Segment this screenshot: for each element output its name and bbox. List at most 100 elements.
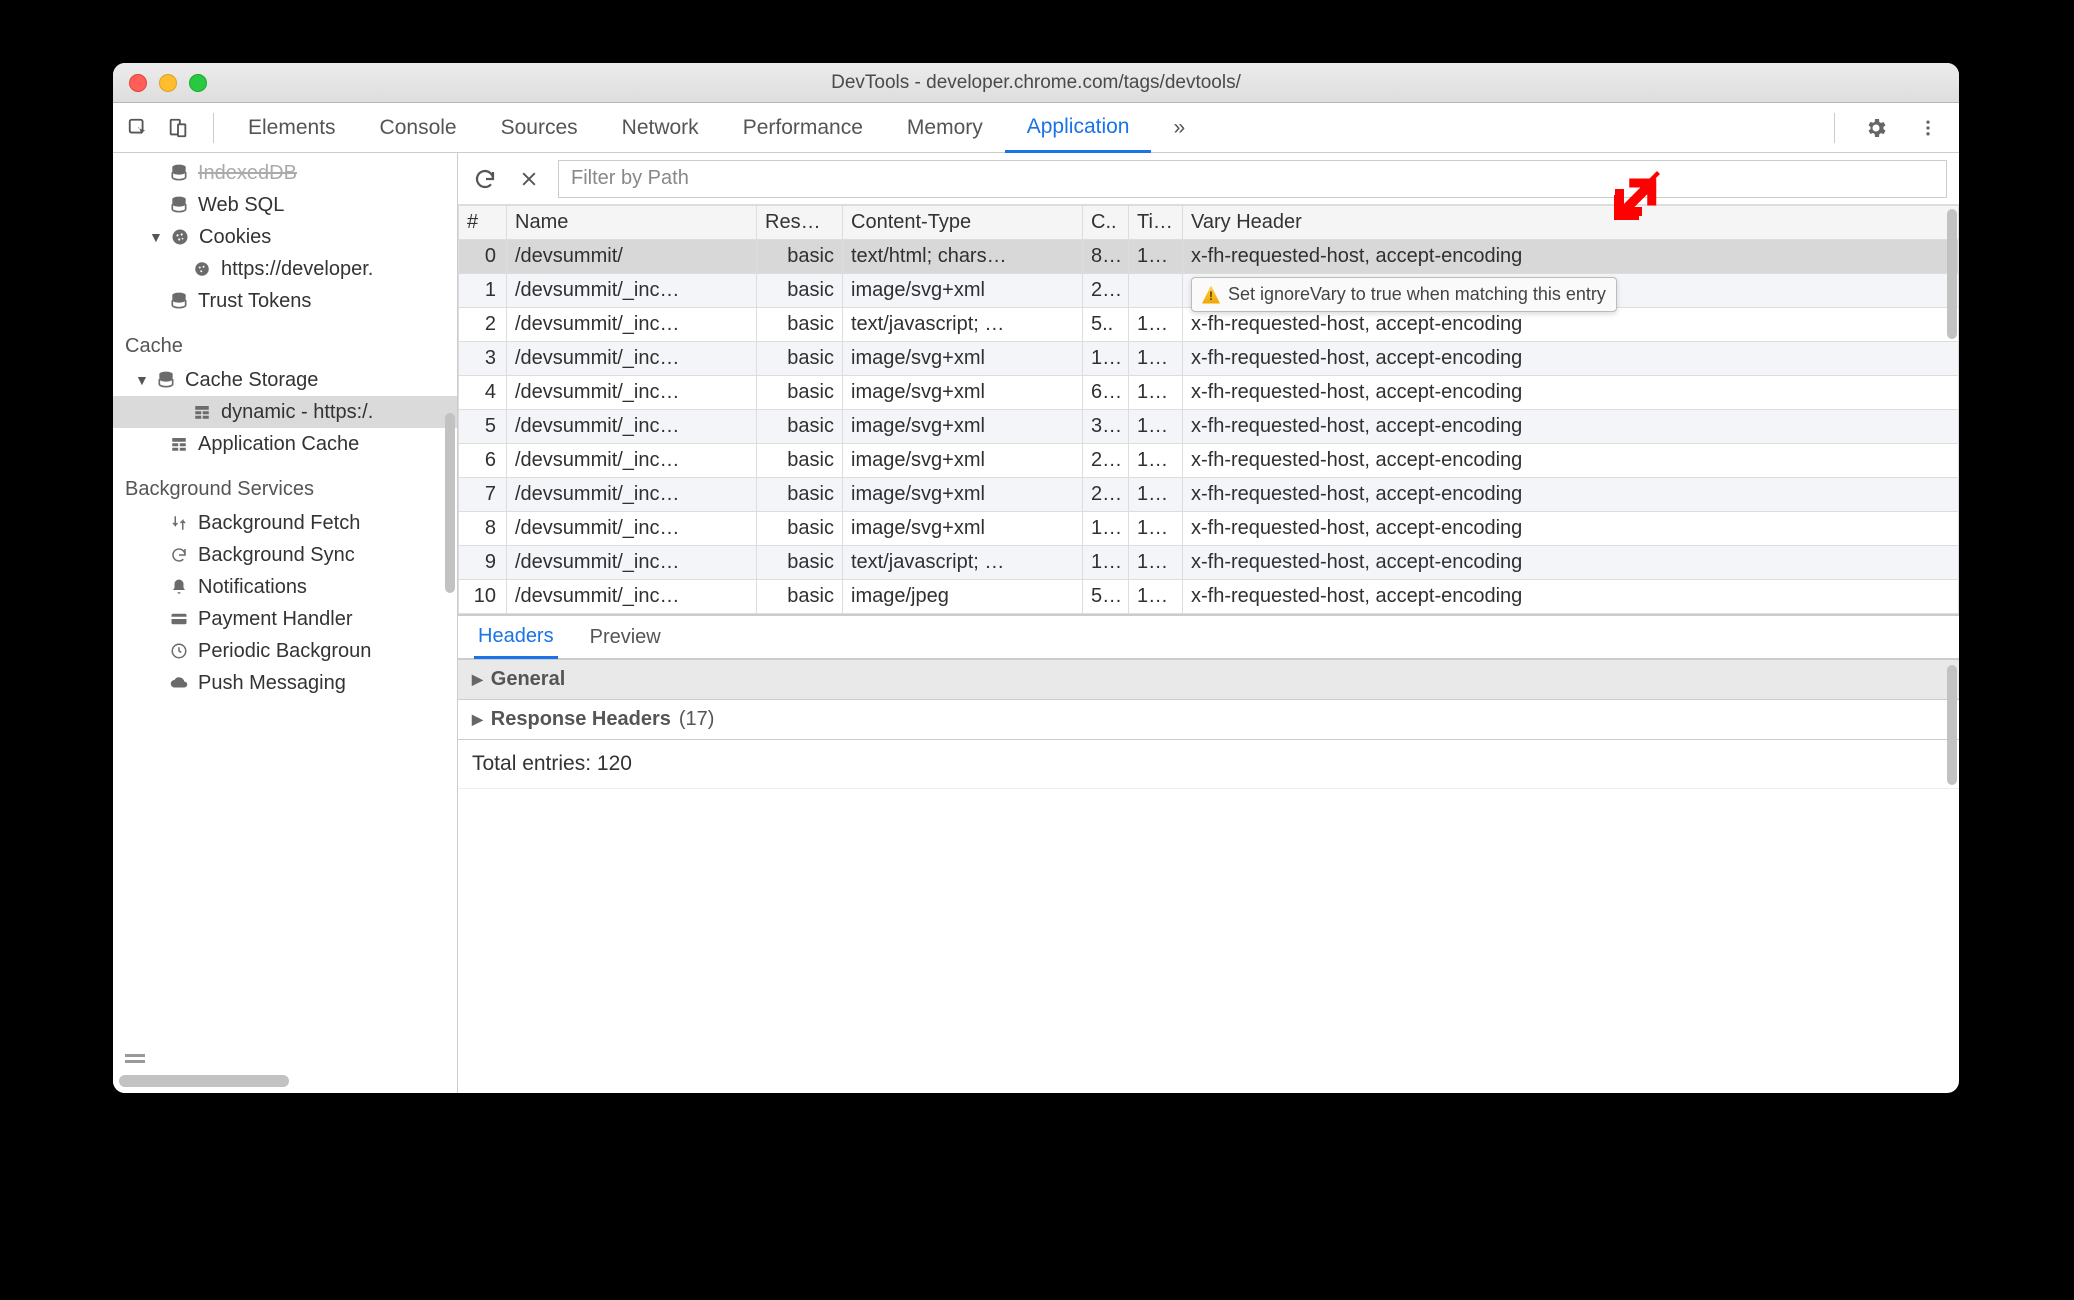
disclosure-triangle-icon[interactable]: ▼ (149, 229, 161, 245)
table-icon (168, 433, 190, 455)
settings-icon[interactable] (1859, 111, 1893, 145)
clear-icon[interactable] (514, 164, 544, 194)
sidebar-item-cache-storage[interactable]: ▼ Cache Storage (113, 364, 457, 396)
tab-console[interactable]: Console (358, 103, 479, 152)
tab-overflow[interactable]: » (1151, 103, 1207, 152)
table-row[interactable]: 2/devsummit/_inc…basictext/javascript; …… (459, 308, 1959, 342)
cell: 9 (459, 546, 507, 580)
section-general[interactable]: ▶ General (458, 659, 1959, 700)
cell: 1… (1129, 580, 1183, 614)
details-tab-preview[interactable]: Preview (586, 618, 665, 657)
filter-input[interactable] (558, 160, 1947, 198)
refresh-icon[interactable] (470, 164, 500, 194)
table-row[interactable]: 0/devsummit/basictext/html; chars…8…1…x-… (459, 240, 1959, 274)
col-header-vary[interactable]: Vary Header (1183, 206, 1959, 240)
annotation-arrow-icon (1609, 165, 1669, 228)
table-row[interactable]: 3/devsummit/_inc…basicimage/svg+xml1…1…x… (459, 342, 1959, 376)
cookie-icon (169, 226, 191, 248)
tab-elements[interactable]: Elements (226, 103, 358, 152)
sidebar-item-notifications[interactable]: Notifications (113, 571, 457, 603)
col-header-time[interactable]: Ti… (1129, 206, 1183, 240)
cell: 5.. (1083, 308, 1129, 342)
disclosure-triangle-icon[interactable]: ▶ (472, 671, 483, 688)
section-response-headers[interactable]: ▶ Response Headers (17) (458, 700, 1959, 740)
table-row[interactable]: 9/devsummit/_inc…basictext/javascript; …… (459, 546, 1959, 580)
cell: 6… (1083, 376, 1129, 410)
sidebar-item-payment[interactable]: Payment Handler (113, 603, 457, 635)
cell: text/javascript; … (843, 308, 1083, 342)
col-header-content-length[interactable]: C.. (1083, 206, 1129, 240)
device-toolbar-icon[interactable] (161, 111, 195, 145)
vertical-scrollbar[interactable] (445, 413, 455, 593)
vertical-scrollbar[interactable] (1947, 665, 1957, 785)
details-tab-headers[interactable]: Headers (474, 617, 558, 659)
disclosure-triangle-icon[interactable]: ▼ (135, 372, 147, 388)
cell: 1… (1129, 512, 1183, 546)
cache-storage-panel: # Name Res… Content-Type C.. Ti… Vary He… (458, 153, 1959, 1093)
total-entries: Total entries: 120 (458, 740, 1959, 789)
cell (1129, 274, 1183, 308)
database-icon (155, 369, 177, 391)
cell: 8… (1083, 240, 1129, 274)
sidebar-item-application-cache[interactable]: Application Cache (113, 428, 457, 460)
sidebar-item-cookies[interactable]: ▼ Cookies (113, 221, 457, 253)
disclosure-triangle-icon[interactable]: ▶ (472, 711, 483, 728)
cell: 4 (459, 376, 507, 410)
cell: 2… (1083, 274, 1129, 308)
table-row[interactable]: 10/devsummit/_inc…basicimage/jpeg5…1…x-f… (459, 580, 1959, 614)
sidebar-label: Periodic Backgroun (198, 640, 371, 663)
cell: x-fh-requested-host, accept-encoding (1183, 478, 1959, 512)
sidebar-item-cookie-origin[interactable]: https://developer. (113, 253, 457, 285)
cell: x-fh-requested-host, accept-encoding (1183, 376, 1959, 410)
cell: 1… (1129, 546, 1183, 580)
col-header-content-type[interactable]: Content-Type (843, 206, 1083, 240)
kebab-menu-icon[interactable] (1911, 111, 1945, 145)
cell: 5… (1083, 580, 1129, 614)
table-row[interactable]: 8/devsummit/_inc…basicimage/svg+xml1…1…x… (459, 512, 1959, 546)
horizontal-scrollbar[interactable] (119, 1075, 289, 1087)
cell: x-fh-requested-host, accept-encoding (1183, 240, 1959, 274)
tab-performance[interactable]: Performance (721, 103, 885, 152)
sidebar-item-cache-entry[interactable]: dynamic - https:/. (113, 396, 457, 428)
sidebar-item-periodic[interactable]: Periodic Backgroun (113, 635, 457, 667)
cell: /devsummit/_inc… (507, 342, 757, 376)
cell: 1… (1129, 342, 1183, 376)
sidebar-item-bg-sync[interactable]: Background Sync (113, 539, 457, 571)
cell: x-fh-requested-host, accept-encoding (1183, 546, 1959, 580)
tab-memory[interactable]: Memory (885, 103, 1005, 152)
sidebar-label: https://developer. (221, 258, 373, 281)
tab-sources[interactable]: Sources (479, 103, 600, 152)
cell: basic (757, 410, 843, 444)
resize-handle[interactable] (125, 1060, 145, 1063)
cell: 1… (1129, 410, 1183, 444)
panel-tabbar: Elements Console Sources Network Perform… (113, 103, 1959, 153)
table-row[interactable]: 6/devsummit/_inc…basicimage/svg+xml2…1…x… (459, 444, 1959, 478)
cell: basic (757, 308, 843, 342)
cell: image/jpeg (843, 580, 1083, 614)
sidebar-item-trust-tokens[interactable]: Trust Tokens (113, 285, 457, 317)
window-title: DevTools - developer.chrome.com/tags/dev… (113, 72, 1959, 94)
sidebar-item-websql[interactable]: Web SQL (113, 189, 457, 221)
vertical-scrollbar[interactable] (1947, 209, 1957, 339)
table-row[interactable]: 4/devsummit/_inc…basicimage/svg+xml6…1…x… (459, 376, 1959, 410)
col-header-response[interactable]: Res… (757, 206, 843, 240)
database-icon (168, 290, 190, 312)
sidebar-label: Trust Tokens (198, 290, 311, 313)
sidebar-item-indexeddb[interactable]: IndexedDB (113, 157, 457, 189)
cell: 1… (1129, 376, 1183, 410)
inspect-element-icon[interactable] (121, 111, 155, 145)
bell-icon (168, 576, 190, 598)
tooltip-text: Set ignoreVary to true when matching thi… (1228, 284, 1606, 305)
cell: basic (757, 546, 843, 580)
tab-network[interactable]: Network (600, 103, 721, 152)
sidebar-item-bg-fetch[interactable]: Background Fetch (113, 507, 457, 539)
table-row[interactable]: 5/devsummit/_inc…basicimage/svg+xml3…1…x… (459, 410, 1959, 444)
cell: basic (757, 512, 843, 546)
col-header-name[interactable]: Name (507, 206, 757, 240)
cell: 1… (1083, 342, 1129, 376)
tab-application[interactable]: Application (1005, 104, 1152, 153)
col-header-num[interactable]: # (459, 206, 507, 240)
details-body: ▶ General ▶ Response Headers (17) Total … (458, 659, 1959, 1093)
sidebar-item-push[interactable]: Push Messaging (113, 667, 457, 699)
table-row[interactable]: 7/devsummit/_inc…basicimage/svg+xml2…1…x… (459, 478, 1959, 512)
